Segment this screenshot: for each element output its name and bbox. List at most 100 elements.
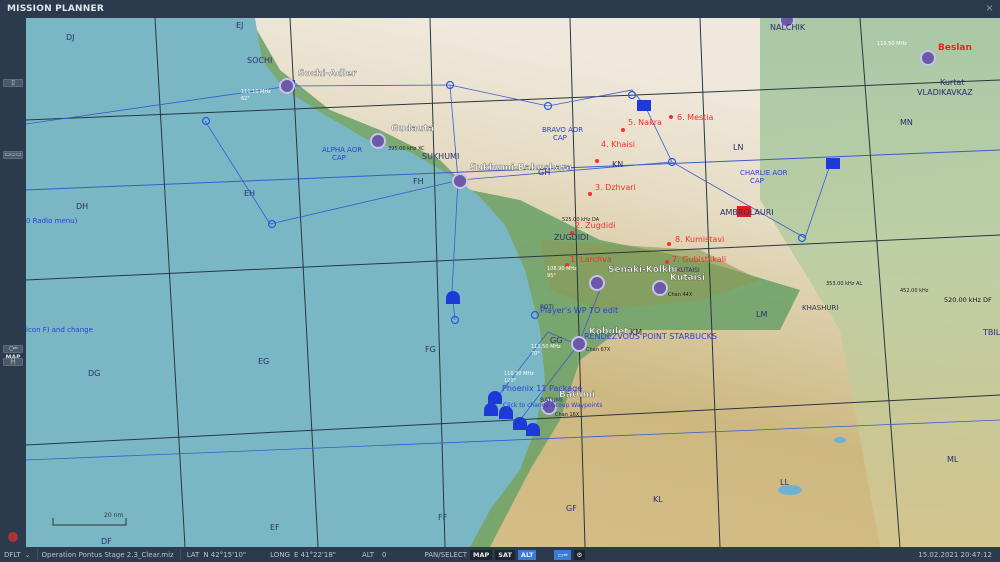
left-toolbar: ▯ ▭▭▭ MAP ○━ ├┤ bbox=[0, 18, 26, 547]
svg-text:Player's WP TO edit: Player's WP TO edit bbox=[540, 306, 618, 315]
svg-text:LL: LL bbox=[780, 478, 789, 487]
ruler-tool-button[interactable]: ├┤ bbox=[3, 358, 23, 366]
svg-text:GF: GF bbox=[566, 504, 577, 513]
svg-text:FF: FF bbox=[438, 513, 448, 522]
svg-text:FH: FH bbox=[413, 177, 424, 186]
profile-dropdown[interactable]: DFLT bbox=[4, 551, 21, 559]
alt-label: ALT bbox=[362, 550, 375, 559]
svg-text:ALPHA AOR: ALPHA AOR bbox=[322, 146, 362, 154]
svg-text:ZUGDIDI: ZUGDIDI bbox=[554, 233, 589, 242]
svg-text:ML: ML bbox=[947, 455, 959, 464]
datetime: 15.02.2021 20:47:12 bbox=[918, 550, 992, 559]
svg-text:CAP: CAP bbox=[750, 177, 764, 185]
svg-text:Kutaisi: Kutaisi bbox=[670, 273, 705, 283]
lat-value: N 42°15'10" bbox=[203, 550, 247, 559]
long-value: E 41°22'18" bbox=[293, 550, 336, 559]
svg-text:DH: DH bbox=[76, 202, 88, 211]
svg-text:Beslan: Beslan bbox=[938, 43, 972, 53]
svg-text:EF: EF bbox=[270, 523, 280, 532]
formation-button[interactable]: ▭▭▭ bbox=[3, 151, 23, 159]
svg-text:LM: LM bbox=[756, 310, 767, 319]
svg-text:Gudauta: Gudauta bbox=[391, 124, 434, 134]
svg-text:Phoenix 11 Package: Phoenix 11 Package bbox=[502, 384, 582, 393]
mission-file-name: Operation Pontus Stage 2.3_Clear.miz bbox=[41, 550, 174, 559]
svg-text:Click to change Group Waypoint: Click to change Group Waypoints bbox=[503, 402, 603, 409]
svg-text:Sukhumi-Babushara: Sukhumi-Babushara bbox=[470, 163, 572, 173]
svg-text:LN: LN bbox=[733, 143, 743, 152]
svg-text:EG: EG bbox=[258, 357, 269, 366]
status-bar: DFLT ⌄ Operation Pontus Stage 2.3_Clear.m… bbox=[0, 547, 1000, 562]
svg-text:108.90 MHz: 108.90 MHz bbox=[547, 266, 577, 272]
svg-text:DJ: DJ bbox=[66, 33, 75, 42]
svg-text:KL: KL bbox=[653, 495, 663, 504]
svg-text:KUTAISI: KUTAISI bbox=[677, 267, 700, 274]
long-label: LONG bbox=[270, 550, 290, 559]
svg-text:Chan 67X: Chan 67X bbox=[586, 347, 611, 353]
svg-text:Sochi-Adler: Sochi-Adler bbox=[298, 69, 357, 79]
navaid-520-label: 520.00 kHz DF bbox=[944, 296, 992, 304]
svg-text:KHASHURI: KHASHURI bbox=[802, 304, 838, 312]
svg-text:5. Nakra: 5. Nakra bbox=[628, 118, 662, 127]
svg-text:Chan 16X: Chan 16X bbox=[555, 412, 580, 418]
svg-text:KN: KN bbox=[612, 160, 623, 169]
svg-text:TBILISI: TBILISI bbox=[982, 328, 1000, 337]
svg-text:FG: FG bbox=[425, 345, 436, 354]
alt-value: 0 bbox=[382, 550, 387, 559]
svg-text:EH: EH bbox=[244, 189, 255, 198]
svg-text:EJ: EJ bbox=[236, 21, 243, 30]
settings-icon[interactable]: ⚙ bbox=[573, 549, 586, 560]
svg-text:Kurtat: Kurtat bbox=[940, 78, 964, 87]
svg-text:70°: 70° bbox=[531, 351, 540, 357]
svg-text:353.00 kHz AL: 353.00 kHz AL bbox=[826, 281, 862, 287]
svg-text:CAP: CAP bbox=[553, 134, 567, 142]
alt-mode-button[interactable]: ALT bbox=[517, 549, 537, 560]
svg-text:62°: 62° bbox=[241, 96, 250, 102]
svg-text:DF: DF bbox=[101, 537, 112, 546]
svg-text:GH: GH bbox=[538, 168, 550, 177]
sat-mode-button[interactable]: SAT bbox=[495, 549, 515, 560]
svg-text:1. Larchva: 1. Larchva bbox=[570, 255, 612, 264]
svg-text:452.00 kHz: 452.00 kHz bbox=[900, 288, 929, 294]
svg-text:20 nm: 20 nm bbox=[104, 512, 123, 519]
svg-text:8. Kumistavi: 8. Kumistavi bbox=[675, 235, 724, 244]
lat-label: LAT bbox=[186, 550, 200, 559]
svg-text:Senaki-Kolkhi: Senaki-Kolkhi bbox=[608, 265, 677, 275]
close-button[interactable]: × bbox=[985, 3, 994, 14]
map-mode-button[interactable]: MAP bbox=[470, 549, 493, 560]
svg-text:NALCHIK: NALCHIK bbox=[770, 23, 806, 32]
svg-text:CHARLIE AOR: CHARLIE AOR bbox=[740, 169, 788, 177]
svg-text:Chan 44X: Chan 44X bbox=[668, 292, 693, 298]
svg-text:SOCHI: SOCHI bbox=[247, 56, 272, 65]
layers-button[interactable]: ▭━ bbox=[554, 549, 571, 560]
svg-text:0 Radio menu): 0 Radio menu) bbox=[26, 217, 78, 225]
key-tool-button[interactable]: ○━ bbox=[3, 345, 23, 353]
svg-text:SUKHUMI: SUKHUMI bbox=[422, 152, 459, 161]
chevron-down-icon[interactable]: ⌄ bbox=[25, 551, 31, 559]
svg-text:BRAVO AOR: BRAVO AOR bbox=[542, 126, 583, 134]
svg-text:RENDEZVOUS POINT STARBUCKS: RENDEZVOUS POINT STARBUCKS bbox=[584, 332, 717, 341]
svg-text:95°: 95° bbox=[547, 273, 556, 279]
pan-select-mode: PAN/SELECT bbox=[424, 550, 467, 559]
clipboard-button[interactable]: ▯ bbox=[3, 79, 23, 87]
svg-text:DG: DG bbox=[88, 369, 100, 378]
svg-text:110.50 MHz: 110.50 MHz bbox=[877, 41, 907, 47]
window-title: MISSION PLANNER bbox=[7, 4, 104, 14]
svg-text:4. Khaisi: 4. Khaisi bbox=[601, 140, 635, 149]
title-bar: MISSION PLANNER × bbox=[0, 0, 1000, 18]
svg-text:6. Mestia: 6. Mestia bbox=[677, 113, 714, 122]
svg-text:111.10 MHz: 111.10 MHz bbox=[241, 89, 271, 95]
svg-text:3. Dzhvari: 3. Dzhvari bbox=[595, 183, 636, 192]
svg-text:7. Gubistskali: 7. Gubistskali bbox=[672, 255, 726, 264]
svg-text:icon F) and change: icon F) and change bbox=[26, 326, 93, 334]
svg-text:120°: 120° bbox=[504, 378, 517, 384]
svg-text:111.50 MHz: 111.50 MHz bbox=[531, 344, 561, 350]
record-icon[interactable] bbox=[8, 532, 18, 542]
svg-text:395.00 kHz XC: 395.00 kHz XC bbox=[388, 146, 425, 152]
svg-text:110.30 MHz: 110.30 MHz bbox=[504, 371, 534, 377]
svg-text:VLADIKAVKAZ: VLADIKAVKAZ bbox=[917, 88, 973, 97]
svg-text:525.00 kHz DA: 525.00 kHz DA bbox=[562, 217, 600, 223]
svg-text:AMBROLAURI: AMBROLAURI bbox=[720, 208, 774, 217]
map-view[interactable]: Sochi-Adler Gudauta Sukhumi-Babushara Se… bbox=[26, 18, 1000, 547]
svg-text:CAP: CAP bbox=[332, 154, 346, 162]
svg-text:MN: MN bbox=[900, 118, 913, 127]
